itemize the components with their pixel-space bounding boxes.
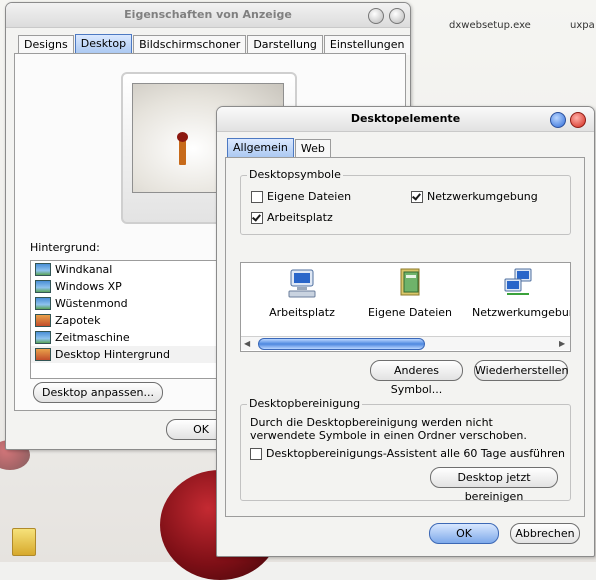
- checkbox-label: Netzwerkumgebung: [427, 190, 538, 203]
- tab-web[interactable]: Web: [294, 139, 331, 159]
- checkbox-label: Eigene Dateien: [267, 190, 352, 203]
- tab-settings[interactable]: Einstellungen: [323, 35, 410, 55]
- icon-label: Netzwerkumgebung: [472, 306, 570, 319]
- list-item-label: Windows XP: [55, 280, 122, 293]
- checkbox-label: Arbeitsplatz: [267, 211, 333, 224]
- icon-item-my-documents[interactable]: Eigene Dateien: [364, 267, 456, 319]
- group-legend: Desktopsymbole: [247, 168, 343, 181]
- scroll-left-icon[interactable]: ◀: [244, 339, 250, 348]
- list-item[interactable]: Windows XP: [31, 278, 231, 295]
- help-icon[interactable]: [550, 112, 566, 128]
- icon-item-my-computer[interactable]: Arbeitsplatz: [256, 267, 348, 319]
- list-item-label: Wüstenmond: [55, 297, 128, 310]
- checkbox-box[interactable]: [251, 190, 263, 203]
- background-list[interactable]: Windkanal Windows XP Wüstenmond Zapotek …: [30, 260, 232, 379]
- cleanup-description: Durch die Desktopbereinigung werden nich…: [250, 416, 527, 442]
- tab-strip: Allgemein Web: [227, 138, 332, 159]
- network-places-icon: [504, 268, 532, 295]
- tab-general[interactable]: Allgemein: [227, 138, 294, 158]
- close-icon[interactable]: [570, 112, 586, 128]
- checkbox-box[interactable]: [411, 190, 423, 203]
- icon-label: Eigene Dateien: [367, 306, 453, 319]
- checkbox-label: Desktopbereinigungs-Assistent alle 60 Ta…: [266, 447, 566, 460]
- ok-button[interactable]: OK: [429, 523, 499, 544]
- desktop-icon-label-dxwebsetup[interactable]: dxwebsetup.exe: [449, 20, 531, 31]
- cleanup-now-button[interactable]: Desktop jetzt bereinigen: [430, 467, 558, 503]
- folder-icon[interactable]: [12, 528, 36, 556]
- list-item-label: Desktop Hintergrund: [55, 348, 171, 361]
- background-label: Hintergrund:: [30, 241, 100, 254]
- image-icon: [35, 297, 51, 310]
- tab-panel: Desktopsymbole Eigene Dateien Netzwerkum…: [225, 157, 585, 517]
- list-item[interactable]: Zapotek: [31, 312, 231, 329]
- tab-designs[interactable]: Designs: [18, 35, 74, 55]
- image-icon: [35, 280, 51, 293]
- image-icon: [35, 263, 51, 276]
- checkbox-box[interactable]: [250, 447, 262, 460]
- cancel-button[interactable]: Abbrechen: [510, 523, 580, 544]
- checkbox-network-places[interactable]: Netzwerkumgebung: [411, 190, 538, 203]
- restore-default-button[interactable]: Wiederherstellen: [474, 360, 568, 381]
- titlebar[interactable]: Eigenschaften von Anzeige: [6, 3, 410, 28]
- checkbox-my-documents[interactable]: Eigene Dateien: [251, 190, 351, 203]
- horizontal-scrollbar[interactable]: ◀ ▶: [241, 336, 570, 350]
- list-item[interactable]: Zeitmaschine: [31, 329, 231, 346]
- image-icon: [35, 331, 51, 344]
- desktop-icon-label-uxpa[interactable]: uxpa: [570, 20, 595, 31]
- tab-desktop[interactable]: Desktop: [74, 34, 133, 54]
- dialog-title: Desktopelemente: [350, 112, 461, 125]
- desktop-items-dialog: Desktopelemente Allgemein Web Desktopsym…: [216, 106, 595, 557]
- checkbox-my-computer[interactable]: Arbeitsplatz: [251, 211, 333, 224]
- icon-item-network-places[interactable]: Netzwerkumgebung: [472, 267, 570, 319]
- icon-preview-list[interactable]: Arbeitsplatz Eigene Dateien Netzwerkumge…: [240, 262, 571, 352]
- titlebar[interactable]: Desktopelemente: [217, 107, 594, 132]
- list-item[interactable]: Windkanal: [31, 261, 231, 278]
- image-icon: [35, 348, 51, 361]
- list-item-label: Windkanal: [55, 263, 113, 276]
- list-item-label: Zapotek: [55, 314, 101, 327]
- my-documents-icon: [400, 268, 420, 296]
- desktop-icons-group: Desktopsymbole Eigene Dateien Netzwerkum…: [240, 168, 571, 235]
- list-item[interactable]: Wüstenmond: [31, 295, 231, 312]
- scrollbar-thumb[interactable]: [258, 338, 425, 350]
- match-head: [177, 132, 188, 142]
- scroll-right-icon[interactable]: ▶: [559, 339, 565, 348]
- desktop-cleanup-group: Desktopbereinigung Durch die Desktopbere…: [240, 397, 571, 503]
- list-item-label: Zeitmaschine: [55, 331, 130, 344]
- tab-screensaver[interactable]: Bildschirmschoner: [133, 35, 247, 55]
- my-computer-icon: [288, 269, 316, 298]
- checkbox-cleanup-wizard[interactable]: Desktopbereinigungs-Assistent alle 60 Ta…: [250, 447, 565, 460]
- tab-strip: Designs Desktop Bildschirmschoner Darste…: [18, 34, 410, 55]
- checkbox-box[interactable]: [251, 211, 263, 224]
- tab-appearance[interactable]: Darstellung: [247, 35, 323, 55]
- icon-label: Arbeitsplatz: [269, 306, 335, 319]
- customize-desktop-button[interactable]: Desktop anpassen...: [33, 382, 163, 403]
- group-legend: Desktopbereinigung: [247, 397, 363, 410]
- help-icon[interactable]: [368, 8, 384, 24]
- close-icon[interactable]: [389, 8, 405, 24]
- window-title: Eigenschaften von Anzeige: [124, 8, 292, 21]
- image-icon: [35, 314, 51, 327]
- list-item[interactable]: Desktop Hintergrund: [31, 346, 231, 363]
- change-icon-button[interactable]: Anderes Symbol...: [370, 360, 463, 396]
- match-icon: [179, 139, 186, 165]
